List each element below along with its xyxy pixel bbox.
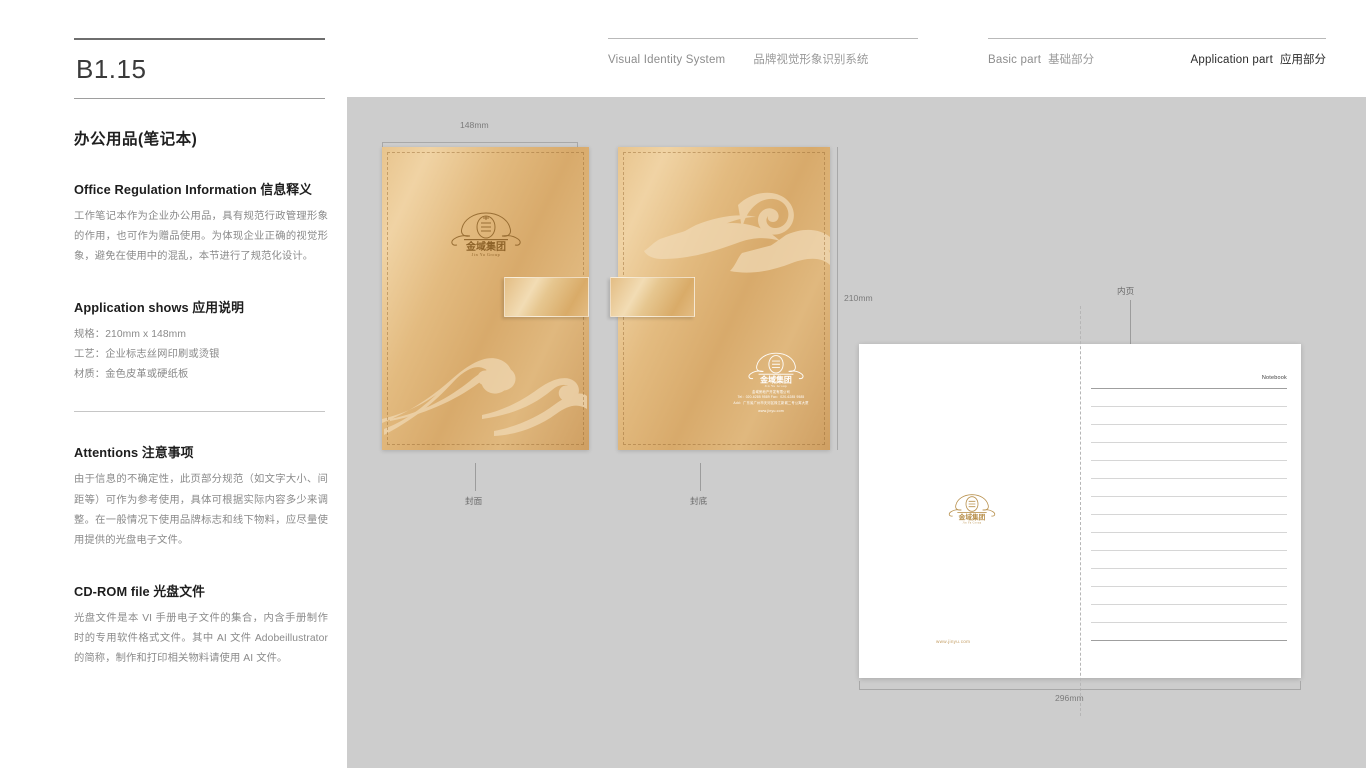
ruled-line xyxy=(1091,622,1287,623)
block-application-shows: Application shows 应用说明 规格：210mm x 148mm … xyxy=(74,267,328,385)
dim-line-width xyxy=(382,142,578,143)
header-vis-en: Visual Identity System xyxy=(608,54,726,66)
ruled-line xyxy=(1091,586,1287,587)
tab-application-part[interactable]: Application part 应用部分 xyxy=(1191,51,1326,67)
caption-inner-page: 内页 xyxy=(1117,286,1135,296)
ruled-line xyxy=(1091,388,1287,389)
caption-back-cover: 封底 xyxy=(690,496,708,506)
leader-inner-page xyxy=(1130,300,1131,345)
caption-front-cover: 封面 xyxy=(465,496,483,506)
ruled-line xyxy=(1091,514,1287,515)
svg-text:Jin Yu Group: Jin Yu Group xyxy=(472,252,500,257)
block-cdrom-file: CD-ROM file 光盘文件 光盘文件是本 VI 手册电子文件的集合，内含手… xyxy=(74,551,328,669)
ruled-line xyxy=(1091,442,1287,443)
ruled-line xyxy=(1091,604,1287,605)
inner-page-brand-emblem-icon: 金域集团 Jin Yu Group xyxy=(948,494,996,524)
spec-size: 规格：210mm x 148mm xyxy=(74,329,187,341)
inner-page-notebook-label: Notebook xyxy=(1261,375,1287,381)
block-attentions: Attentions 注意事项 由于信息的不确定性，此页部分规范（如文字大小、间… xyxy=(74,412,328,550)
header-center-group: Visual Identity System 品牌视觉形象识别系统 xyxy=(608,38,918,67)
ruled-line xyxy=(1091,460,1287,461)
svg-text:Jin Yu Group: Jin Yu Group xyxy=(963,521,982,524)
block-body: 工作笔记本作为企业办公用品，具有规范行政管理形象的作用，也可作为赠品使用。为体现… xyxy=(74,211,328,263)
dim-label-width: 148mm xyxy=(460,120,489,130)
block-heading: Attentions 注意事项 xyxy=(74,445,194,461)
leader-back-cover xyxy=(700,463,701,491)
ruled-line xyxy=(1091,496,1287,497)
dim-line-spread-width xyxy=(859,689,1301,690)
tab-basic-cn: 基础部分 xyxy=(1048,54,1095,66)
contact-url: www.jinyu.com xyxy=(758,408,784,413)
ruled-line xyxy=(1091,424,1287,425)
dim-line-height xyxy=(837,147,838,450)
page-title: 办公用品(笔记本) xyxy=(74,131,198,148)
svg-text:Jin Yu Group: Jin Yu Group xyxy=(765,384,787,388)
page-code: B1.15 xyxy=(76,54,147,84)
header-right-group: Basic part 基础部分 Application part 应用部分 xyxy=(988,38,1326,67)
block-office-regulation: Office Regulation Information 信息释义 工作笔记本… xyxy=(74,149,328,267)
brand-emblem-icon: 金域集团 Jin Yu Group xyxy=(451,212,521,257)
artwork-canvas: 148mm 210mm 金域集团 Jin Yu Group 金域集团 Jin Y… xyxy=(347,97,1366,768)
ruled-line xyxy=(1091,532,1287,533)
block-body: 由于信息的不确定性，此页部分规范（如文字大小、间距等）可作为参考使用，具体可根据… xyxy=(74,474,328,546)
dim-tick-spread-left xyxy=(859,681,860,689)
ruled-line xyxy=(1091,478,1287,479)
inner-page-url: www.jinyu.com xyxy=(936,639,971,644)
back-cover-flap[interactable] xyxy=(610,277,695,317)
dim-label-height: 210mm xyxy=(844,293,873,303)
vi-manual-page: Visual Identity System 品牌视觉形象识别系统 Basic … xyxy=(0,0,1366,768)
block-heading: Application shows 应用说明 xyxy=(74,300,244,316)
ruled-line xyxy=(1091,406,1287,407)
tab-basic-part[interactable]: Basic part 基础部分 xyxy=(988,51,1094,67)
notebook-inner-spread[interactable]: 金域集团 Jin Yu Group www.jinyu.com Notebook xyxy=(859,306,1301,716)
brand-emblem-icon-white: 金域集团 Jin Yu Group xyxy=(748,352,804,388)
ruled-line xyxy=(1091,640,1287,641)
svg-text:金域集团: 金域集团 xyxy=(958,512,986,521)
block-heading: CD-ROM file 光盘文件 xyxy=(74,583,205,599)
block-body: 光盘文件是本 VI 手册电子文件的集合，内含手册制作时的专用软件格式文件。其中 … xyxy=(74,612,328,664)
tab-application-en: Application part xyxy=(1190,54,1273,66)
header-vis-cn: 品牌视觉形象识别系统 xyxy=(753,54,869,66)
left-info-column: B1.15 办公用品(笔记本) Office Regulation Inform… xyxy=(74,38,328,669)
ruled-line xyxy=(1091,550,1287,551)
spec-process: 工艺：企业标志丝网印刷或烫银 xyxy=(74,349,220,361)
front-cover-flap[interactable] xyxy=(504,277,589,317)
ruled-line xyxy=(1091,568,1287,569)
back-cover-contact-block: 金域房地产开发有限公司 Tel：020-6285 9589 Fax：020-62… xyxy=(711,390,830,415)
block-heading: Office Regulation Information 信息释义 xyxy=(74,182,313,197)
tab-application-cn: 应用部分 xyxy=(1280,54,1326,66)
leader-front-cover xyxy=(475,463,476,491)
spread-spine xyxy=(1080,306,1081,716)
spec-material: 材质：金色皮革或硬纸板 xyxy=(74,369,189,381)
tab-basic-en: Basic part xyxy=(988,54,1042,66)
dim-tick-spread-right xyxy=(1300,681,1301,689)
dim-label-spread-width: 296mm xyxy=(1055,693,1084,703)
svg-text:金域集团: 金域集团 xyxy=(759,374,792,384)
